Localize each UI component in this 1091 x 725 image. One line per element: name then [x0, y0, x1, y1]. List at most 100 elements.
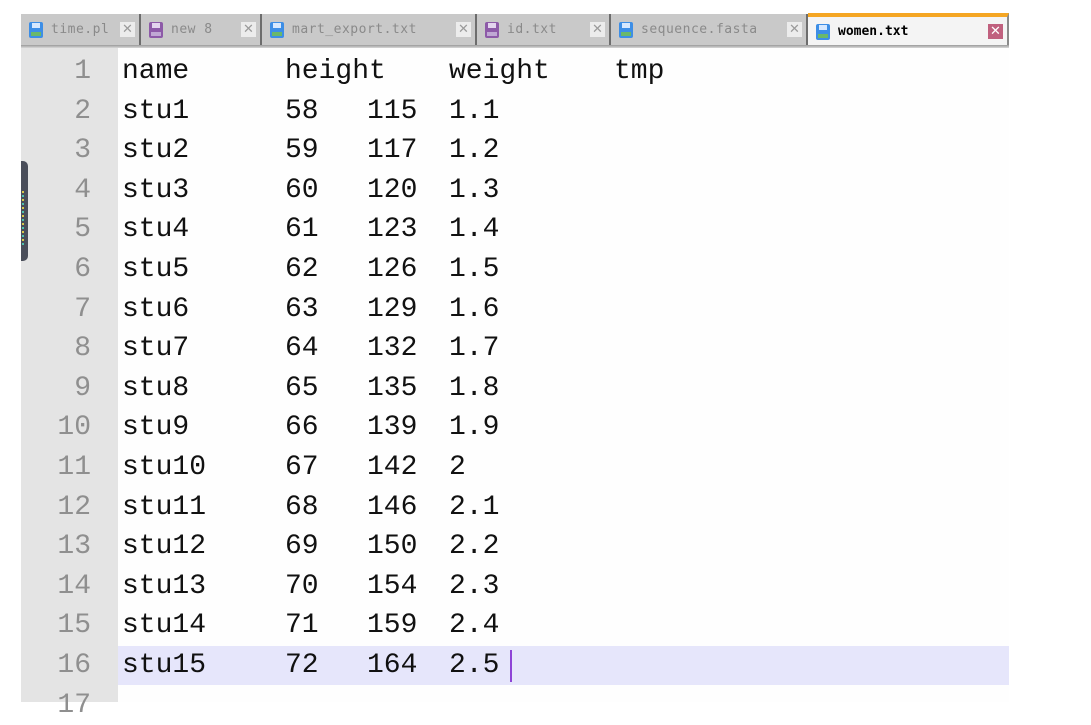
field-value: 117: [367, 135, 418, 167]
field-value: height: [285, 56, 386, 87]
line-number: 15: [57, 610, 91, 642]
line-text[interactable]: stu2 59 117 1.2: [118, 131, 1009, 170]
field-value: 146: [367, 491, 418, 523]
editor-line[interactable]: 6 stu5 62 126 1.5: [21, 250, 1009, 289]
tab-id-txt[interactable]: id.txt ✕: [477, 14, 611, 45]
editor-line[interactable]: 9 stu8 65 135 1.8: [21, 369, 1009, 408]
line-number: 3: [74, 135, 91, 167]
tab-label: time.pl: [51, 22, 110, 37]
line-text[interactable]: [118, 686, 1009, 725]
field-value: 60: [285, 174, 319, 206]
document-map-handle[interactable]: [21, 161, 28, 261]
field-value: stu8: [122, 372, 190, 404]
field-value: 64: [285, 333, 319, 365]
field-value: 135: [367, 372, 418, 404]
line-text[interactable]: stu4 61 123 1.4: [118, 210, 1009, 249]
field-value: stu12: [122, 531, 207, 563]
line-number: 2: [74, 95, 91, 127]
field-value: 1.2: [449, 135, 500, 167]
tab-new-8[interactable]: new 8 ✕: [141, 14, 262, 45]
line-number: 16: [57, 650, 91, 681]
line-number: 8: [74, 333, 91, 365]
field-value: 2.5: [449, 650, 500, 681]
line-text[interactable]: stu8 65 135 1.8: [118, 369, 1009, 408]
line-number: 5: [74, 214, 91, 246]
field-value: 2.1: [449, 491, 500, 523]
line-text[interactable]: stu5 62 126 1.5: [118, 250, 1009, 289]
line-text[interactable]: stu13 70 154 2.3: [118, 567, 1009, 606]
field-value: 67: [285, 452, 319, 483]
editor-line[interactable]: 13 stu12 69 150 2.2: [21, 527, 1009, 566]
tab-women-txt[interactable]: women.txt ✕: [808, 13, 1009, 46]
field-value: 159: [367, 610, 418, 642]
editor-line[interactable]: 1 name height weight tmp: [21, 52, 1009, 91]
line-number: 10: [57, 412, 91, 444]
field-value: 1.5: [449, 254, 500, 285]
editor-line[interactable]: 16 stu15 72 164 2.5: [21, 646, 1009, 685]
line-text[interactable]: name height weight tmp: [118, 52, 1009, 91]
editor-line[interactable]: 11 stu10 67 142 2: [21, 448, 1009, 487]
line-text[interactable]: stu10 67 142 2: [118, 448, 1009, 487]
close-tab-icon[interactable]: ✕: [456, 22, 471, 37]
field-value: stu11: [122, 491, 207, 523]
field-value: 129: [367, 293, 418, 325]
field-value: 62: [285, 254, 319, 285]
tab-sequence-fasta[interactable]: sequence.fasta ✕: [611, 14, 808, 45]
close-tab-icon[interactable]: ✕: [590, 22, 605, 37]
save-disk-icon: [619, 21, 633, 38]
field-value: 66: [285, 412, 319, 444]
close-tab-icon[interactable]: ✕: [988, 24, 1003, 39]
tab-time-pl[interactable]: time.pl ✕: [21, 14, 141, 45]
field-value: 1.6: [449, 293, 500, 325]
editor-line[interactable]: 17: [21, 686, 1009, 725]
save-disk-icon: [270, 21, 284, 38]
editor-line[interactable]: 8 stu7 64 132 1.7: [21, 329, 1009, 368]
field-value: stu2: [122, 135, 190, 167]
editor-line[interactable]: 2 stu1 58 115 1.1: [21, 92, 1009, 131]
editor-line[interactable]: 7 stu6 63 129 1.6: [21, 290, 1009, 329]
field-value: 1.1: [449, 95, 500, 127]
line-number: 1: [74, 56, 91, 87]
field-value: stu1: [122, 95, 190, 127]
line-number: 13: [57, 531, 91, 563]
field-value: 65: [285, 372, 319, 404]
editor-line[interactable]: 4 stu3 60 120 1.3: [21, 171, 1009, 210]
line-number: 17: [57, 689, 91, 721]
line-text[interactable]: stu15 72 164 2.5: [118, 646, 1009, 685]
line-text[interactable]: stu12 69 150 2.2: [118, 527, 1009, 566]
line-text[interactable]: stu14 71 159 2.4: [118, 606, 1009, 645]
editor-line[interactable]: 10 stu9 66 139 1.9: [21, 408, 1009, 447]
line-text[interactable]: stu7 64 132 1.7: [118, 329, 1009, 368]
line-text[interactable]: stu11 68 146 2.1: [118, 488, 1009, 527]
field-value: stu7: [122, 333, 190, 365]
editor-line[interactable]: 3 stu2 59 117 1.2: [21, 131, 1009, 170]
field-value: 150: [367, 531, 418, 563]
editor-line[interactable]: 14 stu13 70 154 2.3: [21, 567, 1009, 606]
line-text[interactable]: stu9 66 139 1.9: [118, 408, 1009, 447]
tab-label: women.txt: [838, 24, 909, 39]
editor-line[interactable]: 5 stu4 61 123 1.4: [21, 210, 1009, 249]
field-value: tmp: [614, 56, 665, 87]
field-value: 70: [285, 570, 319, 602]
field-value: 2.2: [449, 531, 500, 563]
line-text[interactable]: stu3 60 120 1.3: [118, 171, 1009, 210]
field-value: stu15: [122, 650, 207, 681]
line-text[interactable]: stu1 58 115 1.1: [118, 92, 1009, 131]
line-number: 4: [74, 174, 91, 206]
editor-line[interactable]: 15 stu14 71 159 2.4: [21, 606, 1009, 645]
field-value: stu5: [122, 254, 190, 285]
close-tab-icon[interactable]: ✕: [787, 22, 802, 37]
tab-mart-export-txt[interactable]: mart_export.txt ✕: [262, 14, 477, 45]
line-text[interactable]: stu6 63 129 1.6: [118, 290, 1009, 329]
field-value: 164: [367, 650, 418, 681]
field-value: 59: [285, 135, 319, 167]
close-tab-icon[interactable]: ✕: [241, 22, 256, 37]
field-value: 154: [367, 570, 418, 602]
close-tab-icon[interactable]: ✕: [120, 22, 135, 37]
field-value: 1.3: [449, 174, 500, 206]
editor-line[interactable]: 12 stu11 68 146 2.1: [21, 488, 1009, 527]
field-value: 61: [285, 214, 319, 246]
save-disk-icon: [149, 21, 163, 38]
line-number: 7: [74, 293, 91, 325]
field-value: 58: [285, 95, 319, 127]
